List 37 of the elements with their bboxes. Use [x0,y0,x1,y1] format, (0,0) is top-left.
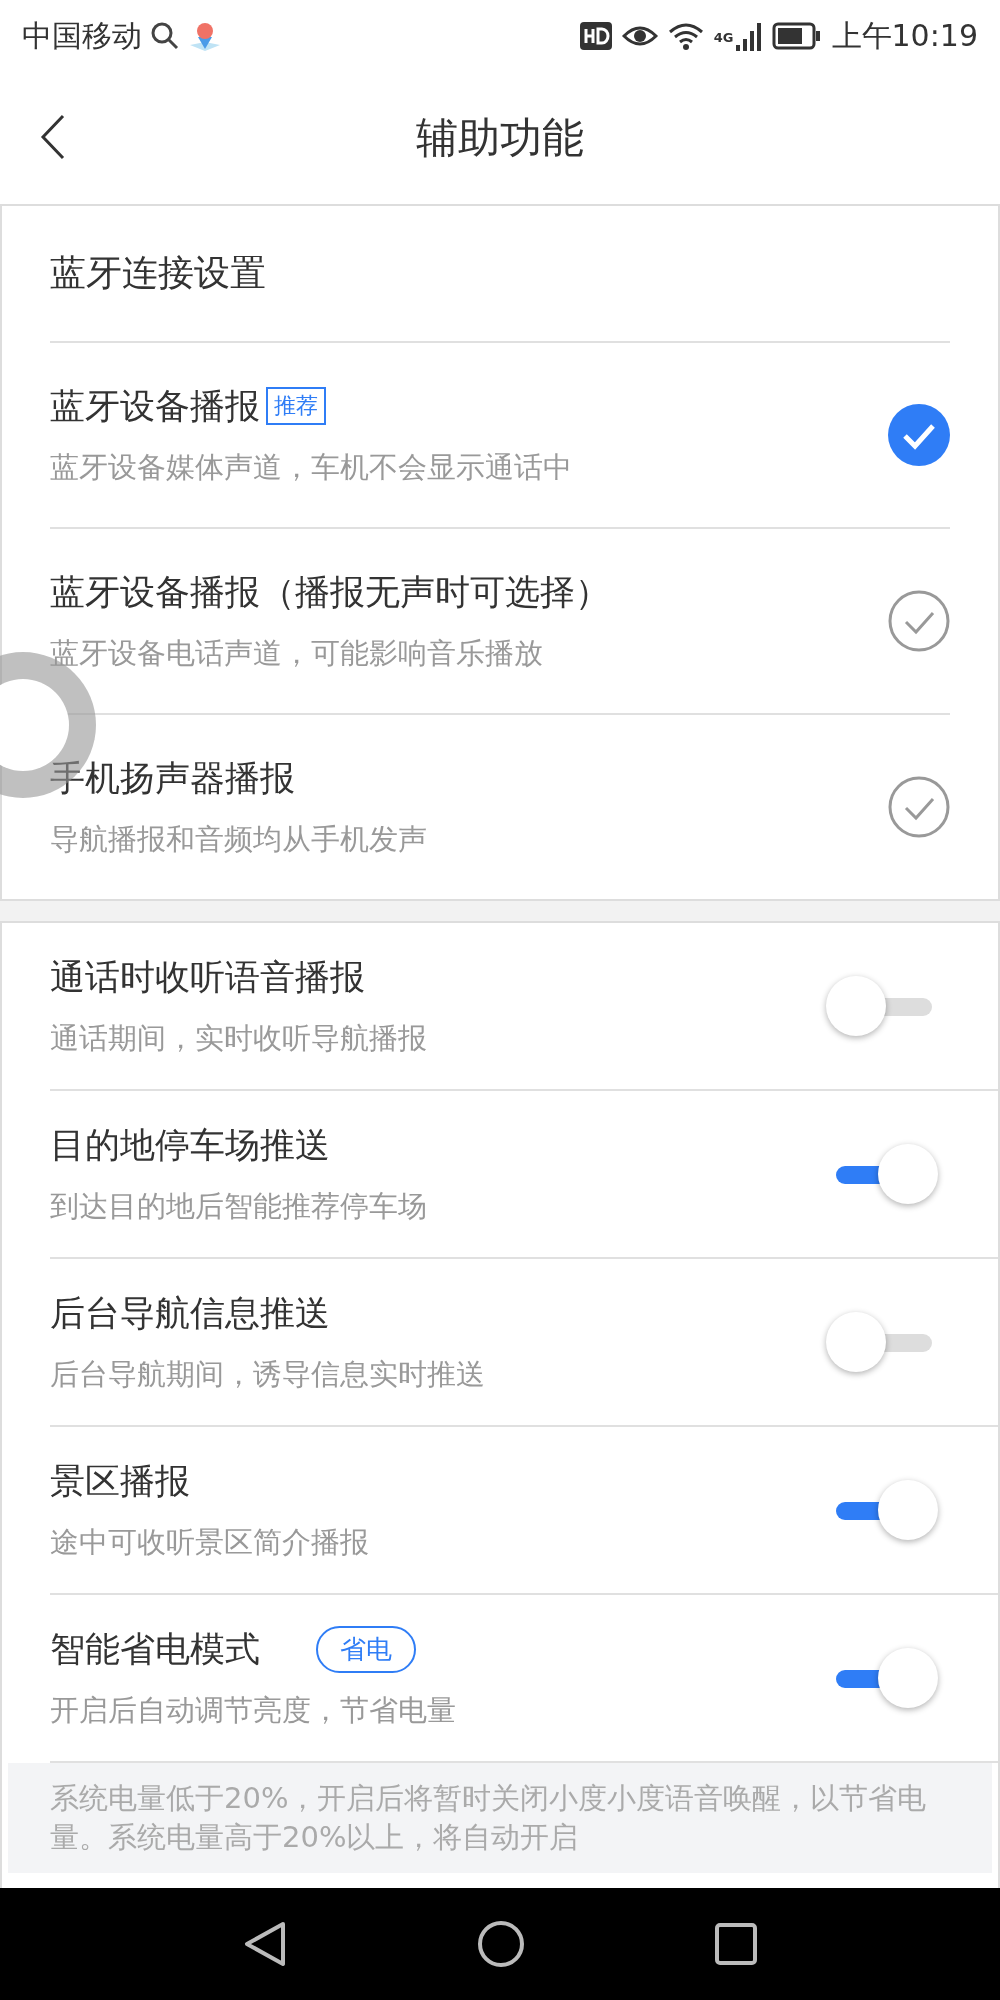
home-nav-icon[interactable] [477,1920,525,1968]
back-nav-icon[interactable] [243,1921,287,1967]
carrier-name: 中国移动 [22,16,142,55]
option-row[interactable]: 手机扬声器播报 导航播报和音频均从手机发声 [50,715,950,899]
check-icon[interactable] [888,590,950,652]
power-save-tag: 省电 [316,1625,416,1673]
network-type: 4G [713,29,734,45]
option-title: 蓝牙设备播报 [50,384,260,428]
setting-title: 目的地停车场推送 [50,1123,330,1167]
setting-subtitle: 后台导航期间，诱导信息实时推送 [50,1355,485,1393]
hd-icon [579,22,612,50]
recents-nav-icon[interactable] [715,1923,757,1965]
check-icon[interactable] [888,776,950,838]
clock-time: 上午10:19 [831,16,978,55]
section-title: 蓝牙连接设置 [50,206,950,343]
option-subtitle: 导航播报和音频均从手机发声 [50,820,427,858]
option-row[interactable]: 蓝牙设备播报 推荐 蓝牙设备媒体声道，车机不会显示通话中 [50,343,950,529]
setting-note: 系统电量低于20%，开启后将暂时关闭小度小度语音唤醒，以节省电量。系统电量高于20%以上，将自动开启 [8,1763,992,1874]
setting-subtitle: 开启后自动调节亮度，节省电量 [50,1691,456,1729]
battery-icon [771,22,822,50]
setting-subtitle: 到达目的地后智能推荐停车场 [50,1187,427,1225]
wifi-icon [667,21,704,51]
setting-title: 景区播报 [50,1459,190,1503]
check-icon[interactable] [888,404,950,466]
setting-title: 智能省电模式 [50,1627,260,1671]
page-title: 辅助功能 [416,112,584,164]
signal-icon [735,21,762,51]
setting-subtitle: 途中可收听景区简介播报 [50,1523,369,1561]
option-title: 蓝牙设备播报（播报无声时可选择） [50,570,610,614]
setting-title: 后台导航信息推送 [50,1291,330,1335]
setting-title: 通话时收听语音播报 [50,955,365,999]
option-title: 手机扬声器播报 [50,756,295,800]
recommend-tag: 推荐 [266,387,326,425]
search-icon [150,21,180,51]
setting-subtitle: 通话期间，实时收听导航播报 [50,1019,427,1057]
option-subtitle: 蓝牙设备电话声道，可能影响音乐播放 [50,634,544,672]
option-subtitle: 蓝牙设备媒体声道，车机不会显示通话中 [50,448,572,486]
